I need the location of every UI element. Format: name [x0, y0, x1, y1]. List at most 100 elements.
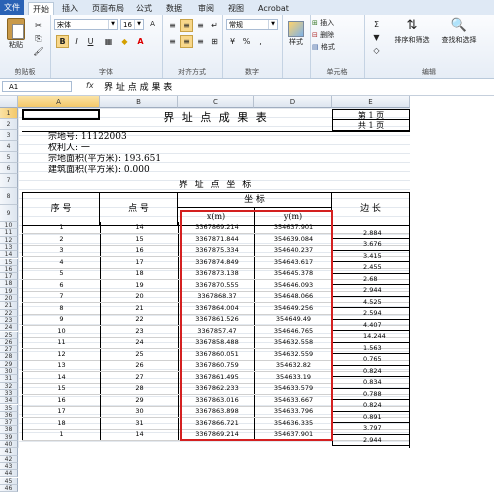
tab-item-8[interactable]: Acrobat — [254, 2, 293, 15]
sum-icon[interactable]: Σ — [370, 18, 383, 31]
font-color-icon[interactable]: A — [134, 35, 147, 48]
row-header[interactable]: 34 — [0, 397, 18, 405]
column-header-e[interactable]: E — [332, 96, 410, 108]
row-header[interactable]: 35 — [0, 404, 18, 412]
row-header[interactable]: 14 — [0, 251, 18, 259]
row-header[interactable]: 17 — [0, 273, 18, 281]
align-right-icon[interactable]: ≡ — [194, 35, 207, 48]
clear-icon[interactable]: ◇ — [370, 44, 383, 57]
align-top-icon[interactable]: ≡ — [166, 19, 179, 32]
select-all-corner[interactable] — [0, 96, 18, 108]
row-header[interactable]: 3 — [0, 130, 18, 141]
fill-color-icon[interactable]: ◆ — [118, 35, 131, 48]
align-center-icon[interactable]: ≡ — [180, 35, 193, 48]
align-middle-icon[interactable]: ≡ — [180, 19, 193, 32]
formula-input[interactable]: 界 址 点 成 果 表 — [104, 80, 172, 93]
tab-item-4[interactable]: 公式 — [132, 2, 156, 15]
row-header[interactable]: 16 — [0, 265, 18, 274]
sort-filter-button[interactable]: ⇅ 排序和筛选 — [390, 17, 434, 45]
row-header[interactable]: 22 — [0, 309, 18, 317]
row-header[interactable]: 43 — [0, 462, 18, 471]
align-left-icon[interactable]: ≡ — [166, 35, 179, 48]
column-header-c[interactable]: C — [178, 96, 254, 108]
border-icon[interactable]: ▦ — [102, 35, 115, 48]
row-header[interactable]: 45 — [0, 477, 18, 485]
row-header[interactable]: 44 — [0, 470, 18, 478]
tab-item-1[interactable]: 开始 — [28, 2, 54, 16]
cell-a1-selection[interactable] — [22, 109, 100, 120]
font-size-select[interactable]: 16 ▼ — [120, 19, 144, 30]
tab-item-7[interactable]: 视图 — [224, 2, 248, 15]
row-header[interactable]: 15 — [0, 258, 18, 266]
style-button[interactable]: 样式 — [284, 21, 308, 47]
row-header[interactable]: 13 — [0, 243, 18, 252]
italic-button[interactable]: I — [70, 35, 83, 48]
row-header[interactable]: 23 — [0, 316, 18, 325]
row-header[interactable]: 2 — [0, 119, 18, 130]
column-header-b[interactable]: B — [100, 96, 178, 108]
row-header[interactable]: 41 — [0, 448, 18, 456]
row-header[interactable]: 1 — [0, 108, 18, 119]
row-header[interactable]: 39 — [0, 433, 18, 441]
row-header[interactable]: 18 — [0, 280, 18, 288]
fx-icon[interactable]: fx — [86, 81, 94, 90]
name-box[interactable]: A1 — [2, 81, 72, 92]
column-header-a[interactable]: A — [18, 96, 100, 108]
number-format-select[interactable]: 常规 ▼ — [226, 19, 278, 30]
percent-icon[interactable]: % — [240, 35, 253, 48]
row-header[interactable]: 24 — [0, 324, 18, 332]
row-header[interactable]: 25 — [0, 331, 18, 339]
format-painter-icon[interactable]: 🖌 — [32, 45, 45, 58]
insert-button[interactable]: ⊞ 插入 — [312, 18, 362, 28]
row-header[interactable]: 6 — [0, 163, 18, 174]
currency-icon[interactable]: ¥ — [226, 35, 239, 48]
row-header[interactable]: 36 — [0, 411, 18, 420]
tab-item-2[interactable]: 插入 — [58, 2, 82, 15]
row-header[interactable]: 38 — [0, 426, 18, 434]
row-header[interactable]: 7 — [0, 174, 18, 188]
column-header-d[interactable]: D — [254, 96, 332, 108]
seq-cell: 1 — [22, 222, 100, 234]
paste-button[interactable]: 粘贴 — [4, 18, 28, 54]
font-name-select[interactable]: 宋体 ▼ — [54, 19, 118, 30]
grow-font-icon[interactable]: A — [146, 18, 159, 31]
copy-icon[interactable]: ⎘ — [32, 32, 45, 45]
row-header[interactable]: 42 — [0, 455, 18, 463]
merge-cells-icon[interactable]: ⊞ — [208, 35, 221, 48]
underline-button[interactable]: U — [84, 35, 97, 48]
wrap-text-icon[interactable]: ↵ — [208, 19, 221, 32]
bold-button[interactable]: B — [56, 35, 69, 48]
row-header[interactable]: 40 — [0, 441, 18, 449]
tab-item-3[interactable]: 页面布局 — [88, 2, 128, 15]
comma-icon[interactable]: , — [254, 35, 267, 48]
format-button[interactable]: ▤ 格式 — [312, 42, 362, 52]
tab-file[interactable]: 文件 — [0, 0, 24, 15]
find-select-button[interactable]: 🔍 查找和选择 — [436, 17, 482, 45]
row-header[interactable]: 11 — [0, 229, 18, 237]
row-header[interactable]: 19 — [0, 287, 18, 295]
row-header[interactable]: 4 — [0, 141, 18, 152]
cut-icon[interactable]: ✂ — [32, 19, 45, 32]
row-header[interactable]: 32 — [0, 382, 18, 390]
row-header[interactable]: 12 — [0, 236, 18, 244]
row-header[interactable]: 33 — [0, 389, 18, 398]
row-header[interactable]: 20 — [0, 295, 18, 303]
align-bottom-icon[interactable]: ≡ — [194, 19, 207, 32]
row-header[interactable]: 46 — [0, 484, 18, 492]
row-header[interactable]: 31 — [0, 375, 18, 383]
row-header[interactable]: 9 — [0, 205, 18, 222]
row-header[interactable]: 37 — [0, 419, 18, 427]
row-header[interactable]: 27 — [0, 346, 18, 354]
row-header[interactable]: 30 — [0, 368, 18, 376]
delete-button[interactable]: ⊟ 删除 — [312, 30, 362, 40]
row-header[interactable]: 26 — [0, 338, 18, 347]
row-header[interactable]: 8 — [0, 188, 18, 205]
row-header[interactable]: 29 — [0, 360, 18, 368]
tab-item-5[interactable]: 数据 — [162, 2, 186, 15]
row-header[interactable]: 21 — [0, 302, 18, 310]
row-header[interactable]: 28 — [0, 353, 18, 361]
tab-item-6[interactable]: 审阅 — [194, 2, 218, 15]
row-header[interactable]: 10 — [0, 222, 18, 230]
row-header[interactable]: 5 — [0, 152, 18, 163]
fill-icon[interactable]: ▼ — [370, 31, 383, 44]
